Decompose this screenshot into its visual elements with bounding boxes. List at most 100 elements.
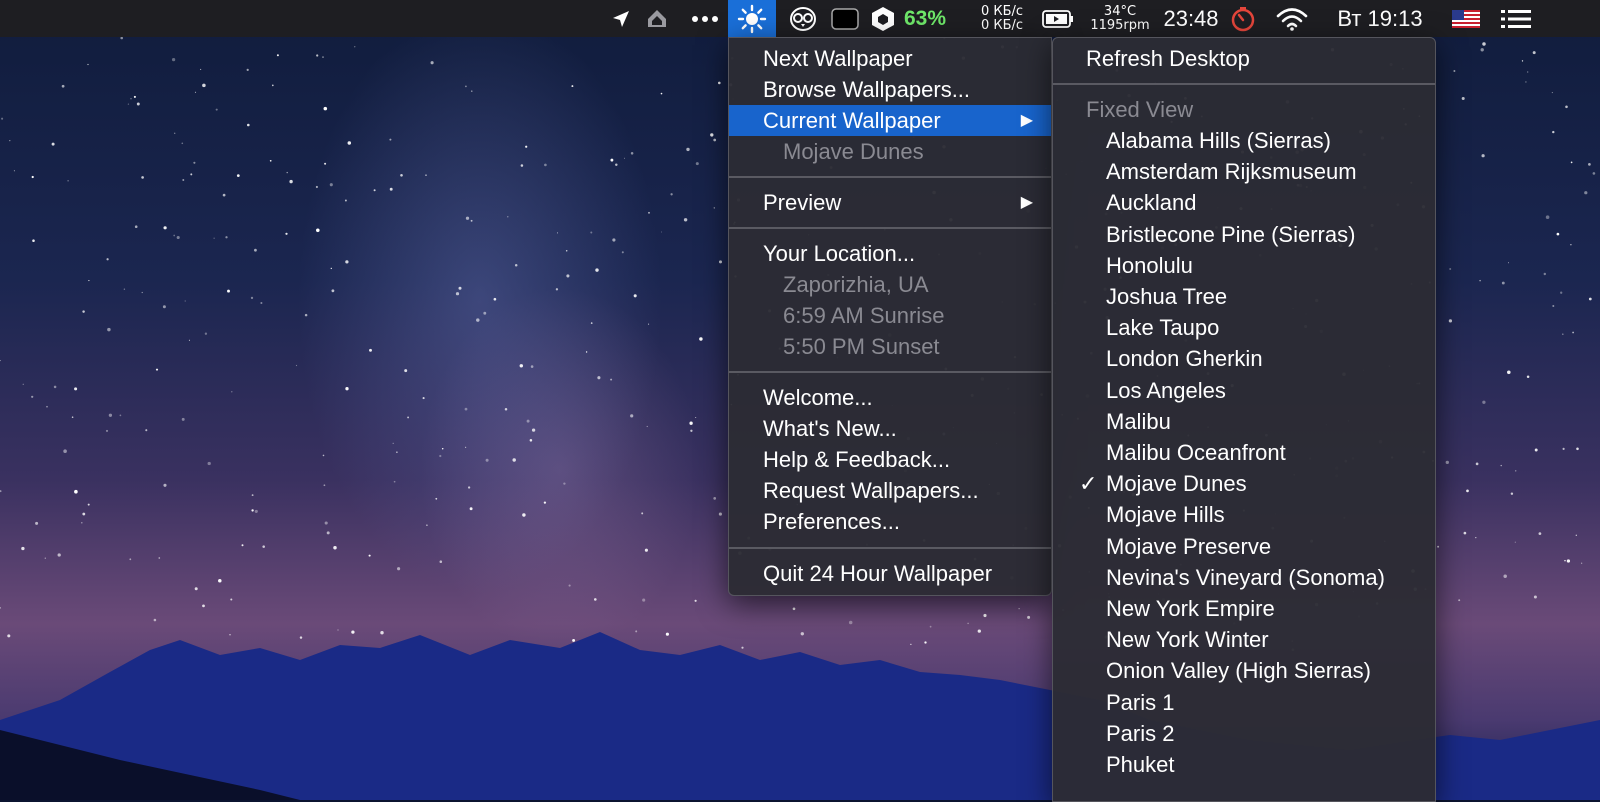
menu-item-whats-new[interactable]: What's New... <box>729 413 1051 444</box>
star <box>108 413 113 417</box>
star <box>1552 305 1555 307</box>
star <box>1501 281 1505 285</box>
menu-item-preferences[interactable]: Preferences... <box>729 506 1051 537</box>
star <box>229 634 231 636</box>
wallpaper-item[interactable]: Malibu <box>1053 406 1435 437</box>
star <box>145 429 148 432</box>
star <box>184 300 186 302</box>
us-flag-icon[interactable] <box>1448 0 1484 37</box>
star <box>467 486 471 489</box>
star <box>1564 559 1566 562</box>
wallpaper-item[interactable]: Paris 2 <box>1053 718 1435 749</box>
star <box>295 364 298 367</box>
hex-icon[interactable] <box>868 0 898 37</box>
menu-item-current-name: Mojave Dunes <box>783 139 924 164</box>
screen-icon[interactable] <box>828 0 862 37</box>
more-dots-icon[interactable] <box>688 0 722 37</box>
menu-item-quit[interactable]: Quit 24 Hour Wallpaper <box>729 558 1051 589</box>
star <box>1543 272 1547 276</box>
wallpaper-item-label: Phuket <box>1106 752 1175 777</box>
wallpaper-item-label: Joshua Tree <box>1106 284 1228 309</box>
star <box>1572 331 1574 334</box>
star <box>227 289 230 293</box>
menu-item-refresh-desktop[interactable]: Refresh Desktop <box>1053 43 1435 74</box>
menu-item-welcome[interactable]: Welcome... <box>729 382 1051 413</box>
wallpaper-item[interactable]: ✓ Mojave Dunes <box>1053 468 1435 499</box>
wallpaper-item[interactable]: Nevina's Vineyard (Sonoma) <box>1053 562 1435 593</box>
menu-item-your-location[interactable]: Your Location... <box>729 238 1051 269</box>
star <box>129 558 132 561</box>
menu-item-browse-wallpapers[interactable]: Browse Wallpapers... <box>729 74 1051 105</box>
wallpaper-item[interactable]: Alabama Hills (Sierras) <box>1053 125 1435 156</box>
menu-item-current-wallpaper[interactable]: Current Wallpaper ▶ <box>729 105 1051 136</box>
wallpaper-item[interactable]: New York Empire <box>1053 593 1435 624</box>
star <box>924 641 927 644</box>
location-arrow-icon[interactable] <box>606 0 636 37</box>
star <box>646 425 648 428</box>
star <box>1527 71 1529 73</box>
star <box>710 133 714 137</box>
timer-icon[interactable] <box>1228 0 1258 37</box>
wallpaper-item[interactable]: London Gherkin <box>1053 343 1435 374</box>
star <box>465 216 470 220</box>
star <box>695 416 697 419</box>
wallpaper-item[interactable]: Malibu Oceanfront <box>1053 437 1435 468</box>
menu-item-preview[interactable]: Preview ▶ <box>729 187 1051 218</box>
star <box>188 339 190 341</box>
list-icon[interactable] <box>1498 0 1534 37</box>
star <box>32 239 35 242</box>
star <box>469 507 473 511</box>
star <box>133 95 136 98</box>
wifi-icon[interactable] <box>1272 0 1312 37</box>
star <box>347 141 352 145</box>
separator <box>729 227 1051 229</box>
star <box>585 351 588 353</box>
wallpaper-item[interactable]: Honolulu <box>1053 250 1435 281</box>
star <box>1445 460 1449 465</box>
wallpaper-item[interactable]: Lake Taupo <box>1053 312 1435 343</box>
star <box>246 68 249 72</box>
star <box>694 599 697 602</box>
wallpaper-item[interactable]: Phuket <box>1053 749 1435 780</box>
owl-icon[interactable] <box>786 0 820 37</box>
clock-time[interactable]: 23:48 <box>1156 0 1226 37</box>
menu-item-help-feedback[interactable]: Help & Feedback... <box>729 444 1051 475</box>
star <box>213 237 215 239</box>
menu-item-request-wallpapers[interactable]: Request Wallpapers... <box>729 475 1051 506</box>
wallpaper-item[interactable]: Bristlecone Pine (Sierras) <box>1053 219 1435 250</box>
star <box>329 183 333 187</box>
temperature-fan[interactable]: 34°C 1195rpm <box>1084 0 1156 37</box>
star <box>470 219 473 222</box>
wallpaper-item-label: Nevina's Vineyard (Sonoma) <box>1106 564 1385 590</box>
star <box>610 158 614 162</box>
sun-icon[interactable] <box>728 0 776 37</box>
star <box>642 598 646 602</box>
star <box>207 461 211 466</box>
wallpaper-item[interactable]: Amsterdam Rijksmuseum <box>1053 156 1435 187</box>
wallpaper-item[interactable]: Mojave Preserve <box>1053 531 1435 562</box>
star <box>345 387 349 391</box>
wallpaper-item[interactable]: Onion Valley (High Sierras) <box>1053 655 1435 686</box>
wallpaper-item[interactable]: Auckland <box>1053 187 1435 218</box>
day-clock[interactable]: Вт 19:13 <box>1328 0 1432 37</box>
star <box>285 232 288 235</box>
star <box>1562 333 1564 335</box>
star <box>430 61 434 65</box>
wallpaper-item[interactable]: New York Winter <box>1053 624 1435 655</box>
dropbox-like-icon[interactable] <box>642 0 672 37</box>
star <box>1507 370 1511 375</box>
network-speed[interactable]: 0 КБ/с 0 КБ/с <box>972 0 1032 37</box>
star <box>1503 574 1507 578</box>
star <box>13 170 15 172</box>
wallpaper-item[interactable]: Joshua Tree <box>1053 281 1435 312</box>
star <box>389 187 393 191</box>
wallpaper-item[interactable]: Mojave Hills <box>1053 499 1435 530</box>
star <box>531 428 536 432</box>
wallpaper-item[interactable]: Los Angeles <box>1053 375 1435 406</box>
star <box>141 176 144 179</box>
star <box>571 85 574 88</box>
wallpaper-item[interactable]: Paris 1 <box>1053 687 1435 718</box>
battery-percent[interactable]: 63% <box>900 0 950 37</box>
menu-item-next-wallpaper[interactable]: Next Wallpaper <box>729 43 1051 74</box>
battery-icon[interactable] <box>1040 0 1076 37</box>
